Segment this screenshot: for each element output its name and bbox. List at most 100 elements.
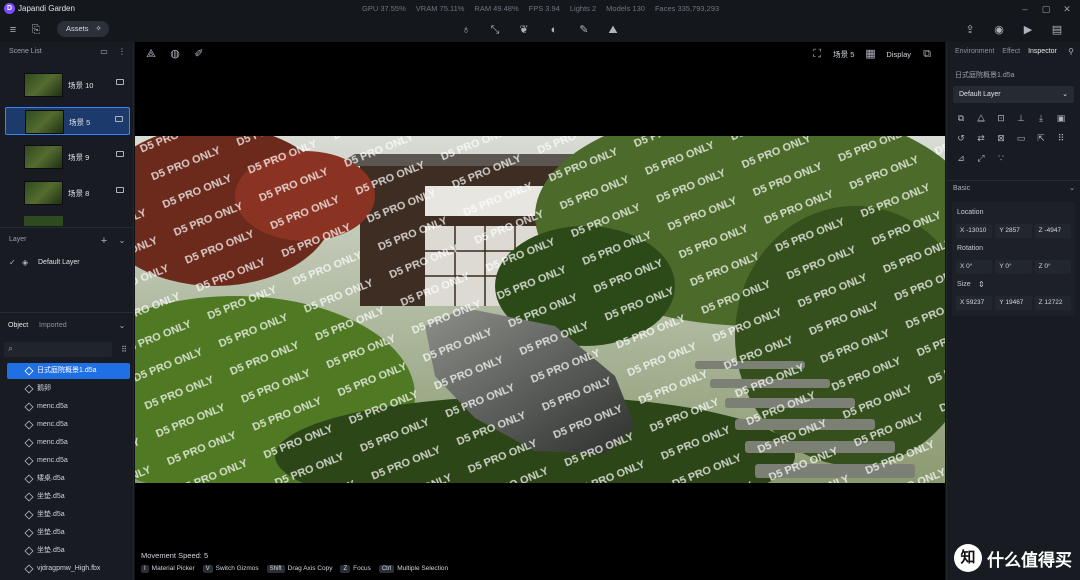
object-row[interactable]: 坐垫.d5a [7,525,130,541]
tab-environment[interactable]: Environment [955,42,994,62]
object-row[interactable]: menc.d5a [7,399,130,415]
render-queue-icon[interactable]: ▤ [1049,22,1065,38]
leaf-icon[interactable]: ❦ [516,22,532,38]
scene-label: 场景 10 [68,81,94,90]
grid-view-icon[interactable]: ⠿ [116,342,132,358]
array-icon[interactable]: ⠿ [1055,132,1067,144]
pen-tool-icon[interactable]: ✎ [576,22,592,38]
camera-icon[interactable]: ◉ [991,22,1007,38]
shortcut-hints: I Material Picker V Switch Gizmos Shift Dra… [141,565,448,573]
location-z-input[interactable]: Z -4947 [1034,224,1071,238]
scene-item[interactable]: 场景 10 [5,71,130,99]
link-proportions-icon[interactable]: ⇕ [978,280,985,289]
chevron-down-icon[interactable]: ⌄ [114,233,130,249]
box-icon[interactable]: ▭ [1015,132,1027,144]
gizmo-axis-icon[interactable]: ⟁ [143,46,159,62]
main-toolbar: ≡ ⎘ Assets ✧ ♁ ⤡ ❦ ◐ ✎ ⛰ ⇪ ◉ ▶ ▤ [0,18,1080,42]
add-layer-icon[interactable]: + [96,233,112,249]
object-row[interactable]: 坐垫.d5a [7,489,130,505]
import-file-icon[interactable]: ⎘ [28,22,44,38]
more-options-icon[interactable]: ⋮ [114,44,130,60]
tab-object[interactable]: Object [8,322,28,329]
object-row[interactable]: 鹅卵 [7,381,130,397]
maximize-icon[interactable]: ▢ [1039,3,1053,15]
scene-label: 场景 9 [68,153,90,162]
chevron-down-icon[interactable]: ⌄ [114,318,130,334]
rotation-z-input[interactable]: Z 0° [1034,260,1071,274]
layer-select[interactable]: Default Layer ⌄ [953,86,1074,103]
minimize-icon[interactable]: – [1018,3,1032,15]
export-icon[interactable]: ⇱ [1035,132,1047,144]
camera-icon[interactable] [116,187,124,193]
snap-icon[interactable]: ⊿ [955,152,967,164]
mirror-icon[interactable]: ⧋ [975,112,987,124]
scene-item-selected[interactable]: 场景 5 [5,107,130,135]
effects-icon[interactable]: ◐ [546,22,562,38]
search-icon: ⌕ [8,343,14,353]
scatter-icon[interactable]: ∵ [995,152,1007,164]
align-icon[interactable]: ⊡ [995,112,1007,124]
object-search-input[interactable]: ⌕ [4,342,112,357]
pin-icon[interactable]: ⚲ [1063,44,1079,60]
rotation-y-input[interactable]: Y 0° [995,260,1032,274]
object-row[interactable]: 坐垫.d5a [7,543,130,559]
viewport-3d[interactable]: ⟁ ◍ ✐ ⛶ 场景 5 ▦ Display ⧉ D5 PRO ONLY [135,42,945,580]
object-row-selected[interactable]: 日式庭院概景1.d5a [7,363,130,379]
path-tool-icon[interactable]: ⤡ [487,22,503,38]
object-row[interactable]: menc.d5a [7,417,130,433]
tab-inspector[interactable]: Inspector [1028,42,1057,62]
lock-icon[interactable]: ⊠ [995,132,1007,144]
replace-icon[interactable]: ⇄ [975,132,987,144]
scene-view-icon[interactable]: ▭ [96,44,112,60]
rotate-icon[interactable]: ↺ [955,132,967,144]
object-row[interactable]: 矮桌.d5a [7,471,130,487]
video-icon[interactable]: ▶ [1020,22,1036,38]
copy-icon[interactable]: ⧉ [955,112,967,124]
eyedropper-icon[interactable]: ✐ [191,46,207,62]
focus-frame-icon[interactable]: ⛶ [809,46,825,62]
display-dropdown[interactable]: Display [886,50,911,59]
object-name: 矮桌.d5a [37,475,65,482]
scene-label: 场景 8 [68,189,90,198]
drop-to-ground-icon[interactable]: ⤓ [1035,112,1047,124]
share-icon[interactable]: ⇪ [962,22,978,38]
pivot-icon[interactable]: ⊥ [1015,112,1027,124]
globe-icon[interactable]: ◍ [167,46,183,62]
faces-stat: Faces 335,793,293 [654,4,720,13]
size-z-input[interactable]: Z 12722 [1034,296,1071,310]
tab-effect[interactable]: Effect [1002,42,1020,62]
location-x-input[interactable]: X -13010 [956,224,993,238]
default-layer-label[interactable]: Default Layer [38,259,80,266]
basic-section-header[interactable]: Basic ⌄ [947,180,1080,196]
view-mode-icon[interactable]: ⧉ [919,46,935,62]
object-row[interactable]: 坐垫.d5a [7,507,130,523]
size-y-input[interactable]: Y 19467 [995,296,1032,310]
object-row[interactable]: menc.d5a [7,435,130,451]
menu-icon[interactable]: ≡ [5,22,21,38]
assets-button[interactable]: Assets ✧ [57,21,109,37]
object-row[interactable]: vjdragpmw_High.fbx [7,561,130,577]
group-icon[interactable]: ▣ [1055,112,1067,124]
rotation-x-input[interactable]: X 0° [956,260,993,274]
model-icon [24,456,34,466]
location-y-input[interactable]: Y 2857 [995,224,1032,238]
scene-item[interactable]: 场景 8 [5,179,130,207]
camera-icon[interactable] [116,79,124,85]
rotation-fields: X 0° Y 0° Z 0° [956,260,1071,274]
scale-icon[interactable]: ⤢ [975,152,987,164]
object-row[interactable]: menc.d5a [7,453,130,469]
light-bulb-icon[interactable]: ♁ [458,22,474,38]
layer-select-value: Default Layer [959,91,1001,98]
gpu-stat: GPU 37.55% [362,4,406,13]
camera-icon[interactable] [116,151,124,157]
scene-item[interactable]: 场景 9 [5,143,130,171]
terrain-icon[interactable]: ⛰ [605,22,621,38]
scene-name[interactable]: 场景 5 [833,49,854,60]
display-icon[interactable]: ▦ [862,46,878,62]
size-x-input[interactable]: X 59237 [956,296,993,310]
close-icon[interactable]: ✕ [1060,3,1074,15]
camera-icon[interactable] [115,116,123,122]
tab-imported[interactable]: Imported [39,322,67,329]
model-icon [24,420,34,430]
right-panel: Environment Effect Inspector ⚲ 日式庭院概景1.d… [946,42,1080,580]
